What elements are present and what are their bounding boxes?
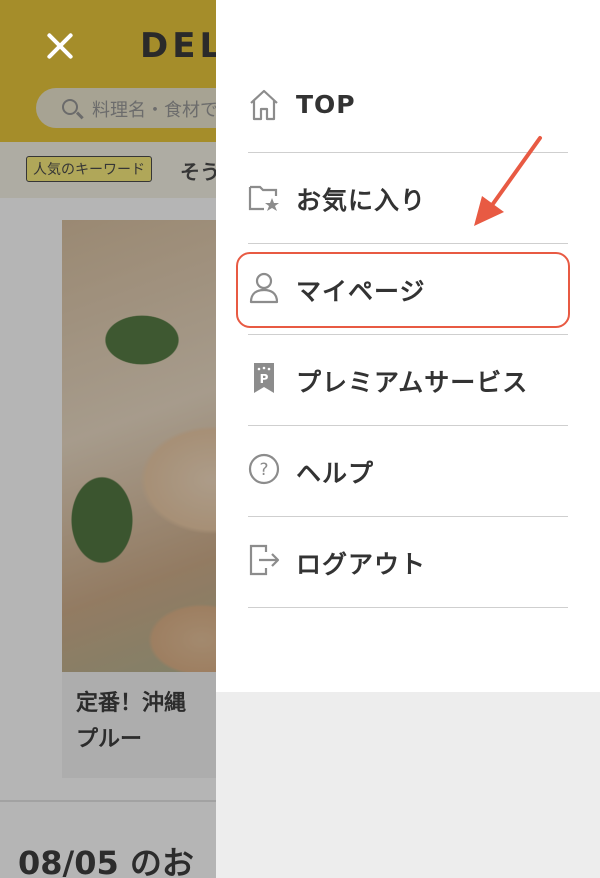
- svg-text:?: ?: [259, 460, 268, 480]
- premium-bookmark-icon: P: [254, 363, 274, 393]
- menu-item-label: TOP: [296, 90, 356, 119]
- home-icon: [250, 89, 278, 121]
- help-icon: ?: [248, 453, 280, 485]
- menu-item-label: ヘルプ: [296, 459, 375, 488]
- svg-text:P: P: [260, 372, 269, 386]
- menu-item-label: お気に入り: [296, 186, 427, 215]
- menu-item-premium[interactable]: P プレミアムサービス: [248, 335, 568, 426]
- side-drawer-menu: TOP お気に入り マイページ P プレミアムサービス ? ヘルプ ログアウト: [216, 0, 600, 692]
- menu-item-label: プレミアムサービス: [296, 368, 529, 397]
- annotation-arrow-icon: [474, 136, 542, 226]
- menu-divider: [248, 606, 568, 608]
- menu-item-logout[interactable]: ログアウト: [248, 517, 568, 608]
- close-icon[interactable]: [40, 26, 80, 66]
- folder-star-icon: [248, 185, 279, 211]
- menu-item-help[interactable]: ? ヘルプ: [248, 426, 568, 517]
- menu-item-label: ログアウト: [296, 550, 427, 579]
- mypage-highlight-box: [236, 252, 570, 328]
- logout-icon: [249, 544, 280, 576]
- drawer-empty-area: [216, 692, 600, 878]
